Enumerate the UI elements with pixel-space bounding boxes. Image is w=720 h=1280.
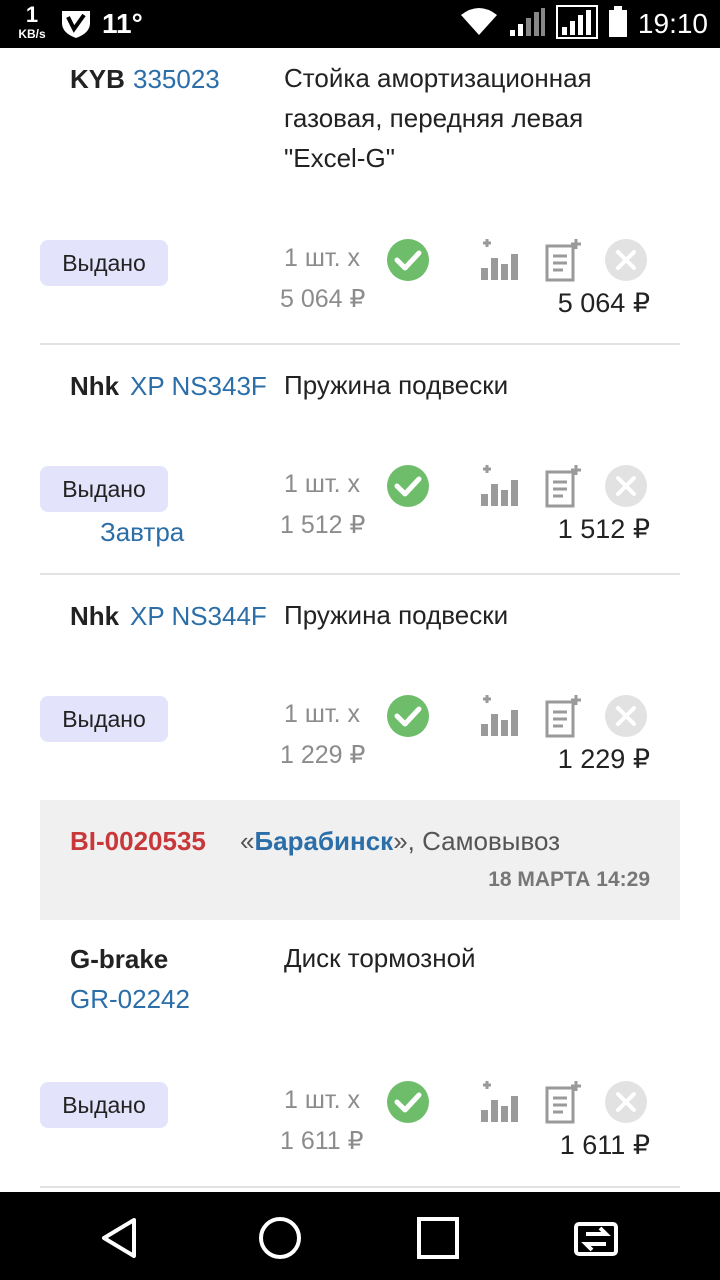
order-date: 18 МАРТА 14:29: [488, 868, 650, 891]
quote-close: »: [393, 826, 408, 856]
order-header[interactable]: BI-0020535 «Барабинск», Самовывоз 18 МАР…: [40, 800, 680, 920]
network-speed: 1 KB/s: [12, 2, 52, 41]
clock: 19:10: [637, 8, 708, 39]
item-unit-price: 1 512 ₽: [280, 511, 366, 539]
check-icon[interactable]: [386, 464, 430, 508]
item-brand: G-brake: [70, 944, 169, 974]
network-speed-unit: KB/s: [18, 27, 46, 41]
note-add-icon[interactable]: [542, 694, 586, 738]
item-description: Пружина подвески: [284, 600, 509, 630]
delivery-date: Завтра: [100, 517, 185, 547]
remove-icon[interactable]: [604, 1080, 648, 1124]
order-items-list[interactable]: KYB 335023 Стойка амортизационная газова…: [0, 48, 720, 1192]
remove-icon[interactable]: [604, 694, 648, 738]
status-badge: Выдано: [40, 466, 168, 512]
status-badge: Выдано: [40, 240, 168, 286]
item-article-link[interactable]: XP NS344F: [130, 601, 267, 632]
list-item[interactable]: KYB 335023 Стойка амортизационная газова…: [40, 48, 680, 344]
item-quantity: 1 шт. x: [284, 700, 360, 728]
remove-icon[interactable]: [604, 464, 648, 508]
item-article-link[interactable]: GR-02242: [70, 984, 190, 1015]
signal-icon-2: [555, 4, 598, 44]
list-item[interactable]: Nhk XP NS343F Пружина подвески Выдано За…: [40, 345, 680, 573]
stats-icon[interactable]: [478, 694, 522, 738]
item-quantity: 1 шт. x: [284, 244, 360, 272]
navigation-bar: [0, 1192, 720, 1280]
delivery-method: , Самовывоз: [407, 826, 561, 856]
item-article-link[interactable]: XP NS343F: [130, 371, 267, 402]
item-unit-price: 1 229 ₽: [280, 741, 366, 769]
back-icon[interactable]: [96, 1214, 144, 1262]
item-quantity: 1 шт. x: [284, 470, 360, 498]
network-speed-value: 1: [25, 2, 39, 27]
check-icon[interactable]: [386, 238, 430, 282]
switch-app-icon[interactable]: [572, 1214, 620, 1262]
item-quantity: 1 шт. x: [284, 1086, 360, 1114]
item-total: 1 611 ₽: [559, 1130, 650, 1160]
recents-icon[interactable]: [414, 1214, 462, 1262]
divider: [40, 1186, 680, 1188]
item-brand: KYB: [70, 64, 125, 94]
store-link[interactable]: Барабинск: [254, 826, 393, 856]
item-brand: Nhk: [70, 371, 120, 401]
item-unit-price: 5 064 ₽: [280, 285, 366, 313]
item-total: 1 229 ₽: [557, 744, 650, 774]
item-total: 1 512 ₽: [557, 514, 650, 544]
order-pickup-location: «Барабинск», Самовывоз: [240, 826, 560, 857]
item-article-link[interactable]: 335023: [133, 64, 220, 95]
check-icon[interactable]: [386, 1080, 430, 1124]
stats-icon[interactable]: [478, 464, 522, 508]
stats-icon[interactable]: [478, 238, 522, 282]
status-badge: Выдано: [40, 1082, 168, 1128]
item-description: Диск тормозной: [284, 943, 476, 973]
status-bar: 1 KB/s 11° 19:10: [0, 0, 720, 48]
item-total: 5 064 ₽: [557, 288, 650, 318]
battery-icon: [608, 5, 628, 43]
stats-icon[interactable]: [478, 1080, 522, 1124]
status-badge: Выдано: [40, 696, 168, 742]
note-add-icon[interactable]: [542, 238, 586, 282]
vpn-icon: [60, 9, 92, 44]
item-description: Стойка амортизационная газовая, передняя…: [284, 63, 592, 173]
wifi-icon: [460, 7, 498, 42]
order-number[interactable]: BI-0020535: [70, 826, 206, 857]
home-icon[interactable]: [256, 1214, 304, 1262]
list-item[interactable]: G-brake GR-02242 Диск тормозной Выдано 1…: [40, 920, 680, 1186]
item-brand: Nhk: [70, 601, 120, 631]
signal-icon-1: [508, 6, 546, 43]
note-add-icon[interactable]: [542, 1080, 586, 1124]
list-item[interactable]: Nhk XP NS344F Пружина подвески Выдано 1 …: [40, 575, 680, 799]
check-icon[interactable]: [386, 694, 430, 738]
quote-open: «: [240, 826, 255, 856]
note-add-icon[interactable]: [542, 464, 586, 508]
item-unit-price: 1 611 ₽: [280, 1127, 364, 1155]
remove-icon[interactable]: [604, 238, 648, 282]
weather-temperature: 11°: [102, 8, 143, 39]
item-description: Пружина подвески: [284, 370, 509, 400]
